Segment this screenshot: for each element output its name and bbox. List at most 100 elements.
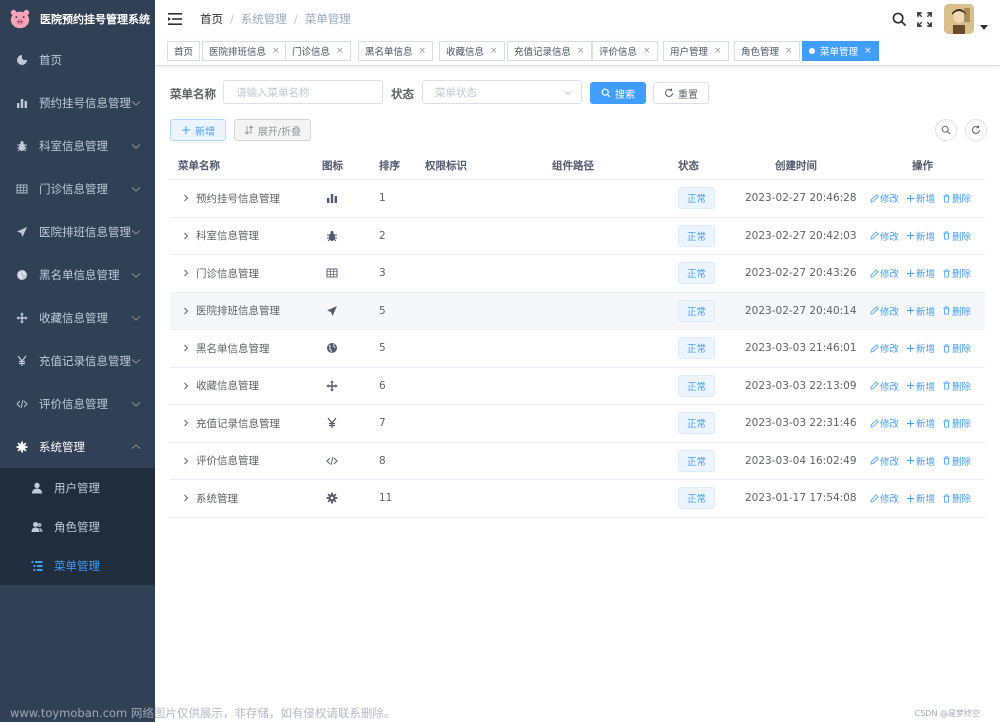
- delete-button[interactable]: 删除: [942, 379, 971, 393]
- tag-8[interactable]: 角色管理 ×: [734, 41, 800, 61]
- close-icon[interactable]: ×: [419, 46, 427, 56]
- tag-9[interactable]: 菜单管理 ×: [802, 41, 879, 61]
- expand-collapse-button[interactable]: 展开/折叠: [234, 119, 311, 141]
- close-icon[interactable]: ×: [336, 46, 344, 56]
- edit-button[interactable]: 修改: [870, 416, 899, 430]
- sidebar-item-5[interactable]: 黑名单信息管理: [0, 253, 155, 296]
- sidebar-item-1[interactable]: 预约挂号信息管理: [0, 81, 155, 124]
- row-add-button[interactable]: 新增: [906, 491, 935, 505]
- menu-name-input[interactable]: 请输入菜单名称: [223, 80, 383, 104]
- tag-0[interactable]: 首页: [167, 41, 201, 61]
- add-button[interactable]: 新增: [170, 119, 226, 141]
- chevron-right-icon[interactable]: [182, 494, 190, 502]
- row-add-button[interactable]: 新增: [906, 454, 935, 468]
- sidebar-subitem-0[interactable]: 用户管理: [0, 468, 155, 507]
- close-icon[interactable]: ×: [272, 46, 280, 56]
- table-row[interactable]: 科室信息管理 2 正常 2023-02-27 20:42:03 修改 新增 删除: [170, 218, 985, 255]
- row-add-button[interactable]: 新增: [906, 379, 935, 393]
- dashboard-icon: [17, 54, 27, 65]
- tag-6[interactable]: 评价信息 ×: [592, 41, 658, 61]
- edit-button[interactable]: 修改: [870, 379, 899, 393]
- delete-button[interactable]: 删除: [942, 191, 971, 205]
- reset-button[interactable]: 重置: [653, 82, 709, 104]
- edit-button[interactable]: 修改: [870, 304, 899, 318]
- fullscreen-icon[interactable]: [917, 11, 932, 27]
- sidebar-subitem-2[interactable]: 菜单管理: [0, 546, 155, 585]
- chevron-right-icon[interactable]: [182, 232, 190, 240]
- edit-button[interactable]: 修改: [870, 229, 899, 243]
- delete-button[interactable]: 删除: [942, 304, 971, 318]
- tag-7[interactable]: 用户管理 ×: [663, 41, 729, 61]
- table-row[interactable]: 医院排班信息管理 5 正常 2023-02-27 20:40:14 修改 新增 删除: [170, 292, 985, 330]
- sidebar-item-7[interactable]: 充值记录信息管理: [0, 339, 155, 382]
- close-icon[interactable]: ×: [864, 46, 872, 56]
- sidebar-item-label: 评价信息管理: [39, 396, 108, 411]
- close-icon[interactable]: ×: [785, 46, 793, 56]
- chevron-right-icon[interactable]: [182, 419, 190, 427]
- delete-button[interactable]: 删除: [942, 229, 971, 243]
- hamburger-icon[interactable]: [168, 12, 182, 26]
- close-icon[interactable]: ×: [643, 46, 651, 56]
- close-icon[interactable]: ×: [714, 46, 722, 56]
- table-row[interactable]: 门诊信息管理 3 正常 2023-02-27 20:43:26 修改 新增 删除: [170, 255, 985, 293]
- table-row[interactable]: 系统管理 11 正常 2023-01-17 17:54:08 修改 新增 删除: [170, 480, 985, 518]
- sidebar-item-8[interactable]: 评价信息管理: [0, 382, 155, 425]
- sidebar-item-2[interactable]: 科室信息管理: [0, 124, 155, 167]
- row-created: 2023-02-27 20:40:14: [745, 304, 857, 317]
- chevron-up-icon: [131, 444, 141, 449]
- delete-button[interactable]: 删除: [942, 266, 971, 280]
- row-menu-name: 医院排班信息管理: [196, 305, 280, 318]
- row-add-button[interactable]: 新增: [906, 341, 935, 355]
- edit-button[interactable]: 修改: [870, 491, 899, 505]
- chevron-right-icon[interactable]: [182, 457, 190, 465]
- sidebar-item-3[interactable]: 门诊信息管理: [0, 167, 155, 210]
- toggle-search-button[interactable]: [935, 119, 957, 141]
- table-row[interactable]: 评价信息管理 8 正常 2023-03-04 16:02:49 修改 新增 删除: [170, 443, 985, 480]
- edit-button[interactable]: 修改: [870, 454, 899, 468]
- row-add-button[interactable]: 新增: [906, 416, 935, 430]
- table-row[interactable]: 充值记录信息管理 7 正常 2023-03-03 22:31:46 修改 新增 删除: [170, 405, 985, 443]
- close-icon[interactable]: ×: [577, 46, 585, 56]
- search-icon[interactable]: [892, 12, 907, 27]
- delete-button[interactable]: 删除: [942, 491, 971, 505]
- tag-5[interactable]: 充值记录信息 ×: [507, 41, 592, 61]
- caret-down-icon[interactable]: [980, 23, 988, 31]
- logo[interactable]: 医院预约挂号管理系统: [0, 0, 155, 38]
- refresh-button[interactable]: [965, 119, 987, 141]
- tag-4[interactable]: 收藏信息 ×: [439, 41, 505, 61]
- table-row[interactable]: 收藏信息管理 6 正常 2023-03-03 22:13:09 修改 新增 删除: [170, 368, 985, 405]
- tag-1[interactable]: 医院排班信息 ×: [202, 41, 287, 61]
- row-add-button[interactable]: 新增: [906, 191, 935, 205]
- tag-2[interactable]: 门诊信息 ×: [285, 41, 351, 61]
- row-add-button[interactable]: 新增: [906, 266, 935, 280]
- status-select[interactable]: 菜单状态: [422, 80, 582, 104]
- sidebar-item-6[interactable]: 收藏信息管理: [0, 296, 155, 339]
- row-add-button[interactable]: 新增: [906, 229, 935, 243]
- search-button[interactable]: 搜索: [590, 82, 646, 104]
- avatar[interactable]: [944, 4, 974, 34]
- chevron-right-icon[interactable]: [182, 382, 190, 390]
- delete-button[interactable]: 删除: [942, 341, 971, 355]
- edit-button[interactable]: 修改: [870, 191, 899, 205]
- sidebar-item-0[interactable]: 首页: [0, 38, 155, 81]
- sidebar-item-9[interactable]: 系统管理: [0, 425, 155, 468]
- chevron-right-icon[interactable]: [182, 194, 190, 202]
- row-add-button[interactable]: 新增: [906, 304, 935, 318]
- edit-button[interactable]: 修改: [870, 266, 899, 280]
- chevron-down-icon: [131, 230, 141, 235]
- tag-3[interactable]: 黑名单信息 ×: [358, 41, 434, 61]
- edit-button[interactable]: 修改: [870, 341, 899, 355]
- breadcrumb-home[interactable]: 首页: [200, 11, 223, 27]
- chevron-right-icon[interactable]: [182, 269, 190, 277]
- delete-button[interactable]: 删除: [942, 454, 971, 468]
- row-created: 2023-03-04 16:02:49: [745, 454, 857, 467]
- chevron-right-icon[interactable]: [182, 307, 190, 315]
- sidebar-item-4[interactable]: 医院排班信息管理: [0, 210, 155, 253]
- delete-button[interactable]: 删除: [942, 416, 971, 430]
- chevron-right-icon[interactable]: [182, 344, 190, 352]
- sidebar-subitem-1[interactable]: 角色管理: [0, 507, 155, 546]
- table-row[interactable]: 黑名单信息管理 5 正常 2023-03-03 21:46:01 修改 新增 删除: [170, 330, 985, 368]
- move-icon: [16, 312, 28, 323]
- close-icon[interactable]: ×: [490, 46, 498, 56]
- table-row[interactable]: 预约挂号信息管理 1 正常 2023-02-27 20:46:28 修改 新增 删除: [170, 180, 985, 218]
